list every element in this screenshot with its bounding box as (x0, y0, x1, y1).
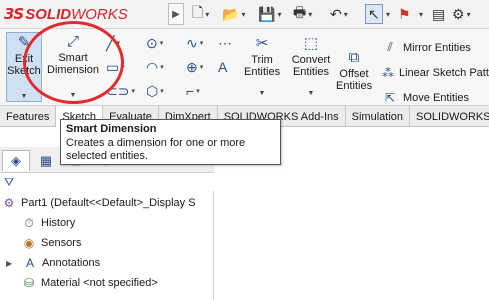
offset-entities-label-2: Entities (336, 80, 373, 92)
command-manager-ribbon: ✎ Exit Sketch ▼ ⤢ Smart Dimension ▼ ╱ ▾ ⊙… (0, 29, 489, 105)
tab-features[interactable]: Features (0, 106, 57, 127)
filter-funnel-icon[interactable]: ⛛ (4, 175, 14, 190)
linear-sketch-pattern-button[interactable]: ⁂ Linear Sketch Patte (382, 60, 489, 85)
material-icon: ⛁ (23, 276, 35, 290)
open-folder-icon[interactable]: 📂 ▾ (222, 4, 245, 24)
filter-bar: ⛛ (0, 173, 214, 191)
slot-tool-icon[interactable]: ⊂⊃ ▾ (106, 81, 146, 101)
convert-entities-button[interactable]: ⬚ Convert Entities ▼ (288, 32, 334, 102)
new-document-icon[interactable]: 🗋 ▾ (192, 4, 209, 24)
save-icon[interactable]: 💾 ▾ (258, 4, 281, 24)
logo-wordmark: SOLIDWORKS (25, 6, 128, 23)
file-properties-icon[interactable]: ▤ (432, 4, 445, 24)
offset-entities-button[interactable]: ⧉ Offset Entities (336, 32, 372, 102)
tooltip-title: Smart Dimension (66, 123, 157, 135)
history-label: History (41, 217, 76, 229)
linear-sketch-pattern-label: Linear Sketch Patte (399, 66, 489, 79)
feature-tree: ⚙ Part1 (Default<<Default>_Display S ⏱ H… (0, 191, 214, 300)
trim-entities-dropdown-icon[interactable]: ▼ (244, 88, 280, 100)
menu-expand-arrow-icon[interactable]: ▶ (168, 3, 184, 25)
annotations-icon: A (25, 256, 34, 270)
select-pointer-icon[interactable]: ↖ (365, 4, 383, 24)
sensors-label: Sensors (41, 237, 82, 249)
smart-dimension-icon: ⤢ (66, 33, 79, 50)
move-entities-icon: ⇱ (384, 90, 396, 105)
mirror-entities-icon: ⫽ (387, 40, 393, 54)
arc-tool-icon[interactable]: ◠ ▾ (146, 57, 186, 77)
sketch-entity-tools: ╱ ▾ ⊙ ▾ ∿ ▾ ▭ ▾ ◠ ▾ ⊕ ▾ ⊂⊃ ▾ ⬡ ▾ ⌐ ▾ ⋯ A (106, 33, 236, 101)
trim-entities-icon: ✂ (255, 35, 269, 52)
tree-item-history[interactable]: ⏱ History (22, 213, 75, 233)
feature-manager-tree-icon[interactable]: ◈ (2, 150, 30, 171)
mirror-entities-label: Mirror Entities (403, 41, 471, 54)
exit-sketch-button[interactable]: ✎ Exit Sketch ▼ (6, 32, 42, 102)
smart-dimension-label-1: Smart (58, 52, 88, 64)
smart-dimension-label-2: Dimension (47, 64, 99, 76)
smart-dimension-dropdown-icon[interactable]: ▼ (44, 90, 102, 102)
sketch-tools-list: ⫽ Mirror Entities ⁂ Linear Sketch Patte … (382, 35, 489, 110)
fillet-tool-icon[interactable]: ⌐ ▾ (186, 81, 226, 101)
linear-pattern-icon: ⁂ (382, 65, 394, 80)
graphics-area[interactable] (215, 147, 489, 300)
undo-icon[interactable]: ↶ ▾ (330, 4, 348, 24)
move-entities-label: Move Entities (403, 91, 470, 104)
smart-dimension-tooltip: Smart Dimension Creates a dimension for … (60, 119, 281, 165)
tree-item-material[interactable]: ⛁ Material <not specified> (22, 273, 158, 293)
circle-tool-icon[interactable]: ⊙ ▾ (146, 33, 186, 53)
convert-entities-dropdown-icon[interactable]: ▼ (288, 88, 334, 100)
exit-sketch-label-2: Sketch (7, 65, 41, 77)
convert-entities-label-2: Entities (292, 66, 330, 78)
logo-solid-text: SOLID (25, 5, 72, 23)
mirror-entities-button[interactable]: ⫽ Mirror Entities (382, 35, 489, 60)
rebuild-traffic-light-icon[interactable]: ⚑ (398, 4, 411, 24)
material-label: Material <not specified> (41, 277, 158, 289)
rebuild-dropdown-icon[interactable]: ▾ (417, 4, 423, 24)
title-bar: 3S SOLIDWORKS ▶ 🗋 ▾ 📂 ▾ 💾 ▾ 🖶 ▾ ↶ ▾ ↖ ▾ ⚑ ▾ ▤… (0, 0, 489, 29)
offset-entities-icon: ⧉ (348, 49, 360, 66)
ds-logo-mark: 3S (4, 5, 24, 23)
options-gear-icon[interactable]: ⚙ ▾ (452, 4, 471, 24)
convert-entities-label-1: Convert (291, 54, 331, 66)
tab-simulation[interactable]: Simulation (346, 106, 411, 127)
solidworks-logo[interactable]: 3S SOLIDWORKS (4, 4, 128, 24)
part-icon: ⚙ (3, 196, 15, 210)
tab-solidworks-more[interactable]: SOLIDWORKS M (410, 106, 489, 127)
history-icon: ⏱ (24, 215, 34, 230)
tree-item-sensors[interactable]: ◉ Sensors (22, 233, 82, 253)
annotations-label: Annotations (42, 257, 101, 269)
offset-entities-label-1: Offset (339, 68, 369, 80)
select-dropdown-icon[interactable]: ▾ (384, 4, 390, 24)
exit-sketch-dropdown-icon[interactable]: ▼ (7, 91, 41, 103)
trim-entities-label-2: Entities (244, 66, 281, 78)
rectangle-tool-icon[interactable]: ▭ ▾ (106, 57, 146, 77)
polygon-tool-icon[interactable]: ⬡ ▾ (146, 81, 186, 101)
trim-entities-label-1: Trim (251, 54, 273, 66)
tree-root-label: Part1 (Default<<Default>_Display S (21, 197, 196, 209)
trim-entities-button[interactable]: ✂ Trim Entities ▼ (244, 32, 280, 102)
print-icon[interactable]: 🖶 ▾ (293, 4, 312, 24)
tooltip-description: Creates a dimension for one or more sele… (66, 137, 246, 162)
line-tool-icon[interactable]: ╱ ▾ (106, 33, 146, 53)
tree-item-annotations[interactable]: ▶ A Annotations (6, 253, 100, 273)
exit-sketch-icon: ✎ (17, 34, 31, 51)
convert-entities-icon: ⬚ (303, 35, 319, 52)
exit-sketch-label-1: Exit (14, 53, 34, 65)
smart-dimension-button[interactable]: ⤢ Smart Dimension ▼ (44, 32, 102, 102)
tree-root-part1[interactable]: ⚙ Part1 (Default<<Default>_Display S (2, 193, 214, 213)
sensors-icon: ◉ (23, 236, 35, 250)
expand-arrow-icon[interactable]: ▶ (6, 259, 14, 268)
logo-works-text: WORKS (71, 5, 128, 23)
property-manager-icon[interactable]: ▦ (32, 150, 60, 171)
